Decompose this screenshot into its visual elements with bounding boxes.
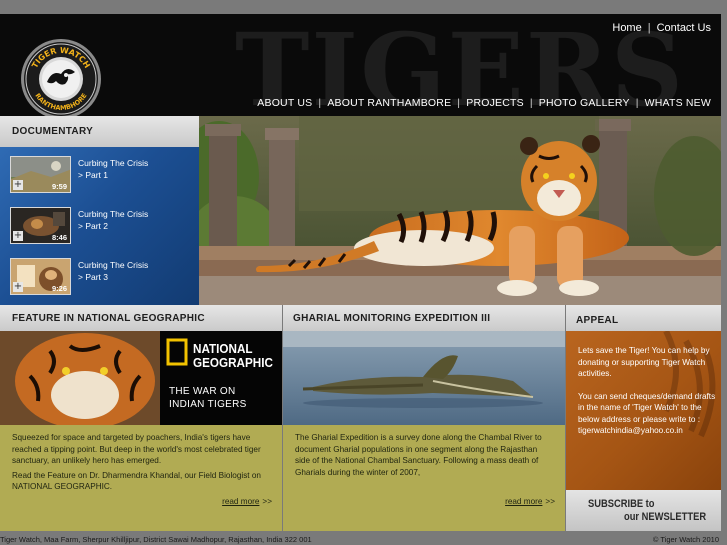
newsletter-line-1: SUBSCRIBE to bbox=[588, 498, 655, 510]
expand-icon: + bbox=[13, 281, 23, 292]
gharial-text-box: The Gharial Expedition is a survey done … bbox=[283, 425, 565, 531]
appeal-paragraph-1: Lets save the Tiger! You can help by don… bbox=[578, 346, 710, 378]
newsletter-line-2: our NEWSLETTER bbox=[624, 511, 707, 523]
video-title: Curbing The Crisis > Part 2 bbox=[78, 208, 196, 232]
nav-whats-new[interactable]: WHATS NEW bbox=[645, 97, 711, 109]
nav-about-us[interactable]: ABOUT US bbox=[257, 97, 312, 109]
video-item-part-3[interactable]: + 9:26 Curbing The Crisis > Part 3 bbox=[10, 258, 195, 298]
footer-address: Tiger Watch, Maa Farm, Sherpur Khilljipu… bbox=[0, 535, 312, 544]
gharial-paragraph: The Gharial Expedition is a survey done … bbox=[295, 433, 542, 477]
video-thumbnail[interactable]: + 8:46 bbox=[10, 207, 71, 244]
gharial-body: The Gharial Expedition is a survey done … bbox=[295, 432, 553, 481]
gharial-title: GHARIAL MONITORING EXPEDITION III bbox=[293, 313, 491, 324]
banner-line-2: INDIAN TIGERS bbox=[169, 399, 247, 410]
appeal-paragraph-2: You can send cheques/demand drafts in th… bbox=[578, 391, 716, 436]
separator: | bbox=[635, 97, 639, 109]
gharial-read-more-link[interactable]: read more >> bbox=[505, 497, 555, 506]
video-thumbnail[interactable]: + 9:59 bbox=[10, 156, 71, 193]
natgeo-line-1: NATIONAL bbox=[193, 341, 253, 356]
video-item-part-1[interactable]: + 9:59 Curbing The Crisis > Part 1 bbox=[10, 156, 195, 196]
feature-title: FEATURE IN NATIONAL GEOGRAPHIC bbox=[12, 313, 205, 324]
video-part-text: > Part 3 bbox=[78, 272, 109, 282]
documentary-header: DOCUMENTARY bbox=[0, 116, 199, 147]
video-item-part-2[interactable]: + 8:46 Curbing The Crisis > Part 2 bbox=[10, 207, 195, 247]
main-nav: ABOUT US | ABOUT RANTHAMBORE | PROJECTS | PHOT… bbox=[257, 97, 711, 109]
top-links: Home | Contact Us bbox=[612, 22, 711, 34]
video-thumbnail[interactable]: + 9:26 bbox=[10, 258, 71, 295]
documentary-video-list: + 9:59 Curbing The Crisis > Part 1 + 8:4… bbox=[0, 147, 199, 305]
natgeo-wordmark: NATIONAL GEOGRAPHIC bbox=[193, 342, 273, 370]
contact-us-link[interactable]: Contact Us bbox=[657, 22, 711, 34]
separator: | bbox=[457, 97, 461, 109]
separator: | bbox=[647, 22, 651, 34]
page: TIGERS TIGER WATCH RANTHAMBHORE Home | Con… bbox=[0, 0, 727, 545]
header: TIGERS TIGER WATCH RANTHAMBHORE Home | Con… bbox=[0, 14, 721, 116]
nav-projects[interactable]: PROJECTS bbox=[466, 97, 524, 109]
appeal-box: Lets save the Tiger! You can help by don… bbox=[566, 331, 721, 490]
national-geographic-feature-image[interactable]: NATIONAL GEOGRAPHIC THE WAR ON INDIAN TI… bbox=[0, 331, 282, 425]
nav-photo-gallery[interactable]: PHOTO GALLERY bbox=[539, 97, 630, 109]
appeal-title: APPEAL bbox=[576, 315, 619, 326]
footer-copyright: © Tiger Watch 2010 bbox=[652, 535, 719, 544]
video-duration: 8:46 bbox=[51, 233, 67, 242]
expand-icon: + bbox=[13, 230, 23, 241]
video-part-text: > Part 1 bbox=[78, 170, 109, 180]
video-duration: 9:59 bbox=[51, 182, 67, 191]
arrows-icon: >> bbox=[262, 497, 272, 506]
banner-line-1: THE WAR ON bbox=[169, 386, 236, 397]
hero-tiger-image bbox=[199, 116, 721, 305]
read-more-label: read more bbox=[222, 497, 260, 506]
subscribe-newsletter-button[interactable]: SUBSCRIBE to our NEWSLETTER bbox=[566, 490, 721, 531]
tiger-watch-logo[interactable]: TIGER WATCH RANTHAMBHORE bbox=[20, 38, 102, 116]
separator: | bbox=[529, 97, 533, 109]
home-link[interactable]: Home bbox=[612, 22, 641, 34]
video-title: Curbing The Crisis > Part 1 bbox=[78, 157, 196, 181]
video-duration: 9:26 bbox=[51, 284, 67, 293]
gharial-image[interactable] bbox=[283, 331, 565, 425]
appeal-header: APPEAL bbox=[566, 305, 721, 331]
separator: | bbox=[318, 97, 322, 109]
documentary-title: DOCUMENTARY bbox=[12, 126, 94, 137]
feature-paragraph-2: Read the Feature on Dr. Dharmendra Khand… bbox=[12, 470, 261, 492]
feature-header: FEATURE IN NATIONAL GEOGRAPHIC bbox=[0, 305, 282, 331]
expand-icon: + bbox=[13, 179, 23, 190]
feature-read-more-link[interactable]: read more >> bbox=[222, 497, 272, 506]
video-title-text: Curbing The Crisis bbox=[78, 260, 149, 270]
arrows-icon: >> bbox=[545, 497, 555, 506]
natgeo-banner-text: THE WAR ON INDIAN TIGERS bbox=[169, 385, 247, 411]
natgeo-line-2: GEOGRAPHIC bbox=[193, 355, 273, 370]
feature-paragraph-1: Squeezed for space and targeted by poach… bbox=[12, 433, 261, 465]
video-part-text: > Part 2 bbox=[78, 221, 109, 231]
video-title-text: Curbing The Crisis bbox=[78, 158, 149, 168]
video-title: Curbing The Crisis > Part 3 bbox=[78, 259, 196, 283]
read-more-label: read more bbox=[505, 497, 543, 506]
feature-body: Squeezed for space and targeted by poach… bbox=[12, 432, 270, 496]
feature-text-box: Squeezed for space and targeted by poach… bbox=[0, 425, 282, 531]
nav-about-ranthambore[interactable]: ABOUT RANTHAMBORE bbox=[327, 97, 451, 109]
video-title-text: Curbing The Crisis bbox=[78, 209, 149, 219]
appeal-text: Lets save the Tiger! You can help by don… bbox=[578, 345, 716, 448]
gharial-header: GHARIAL MONITORING EXPEDITION III bbox=[283, 305, 565, 331]
